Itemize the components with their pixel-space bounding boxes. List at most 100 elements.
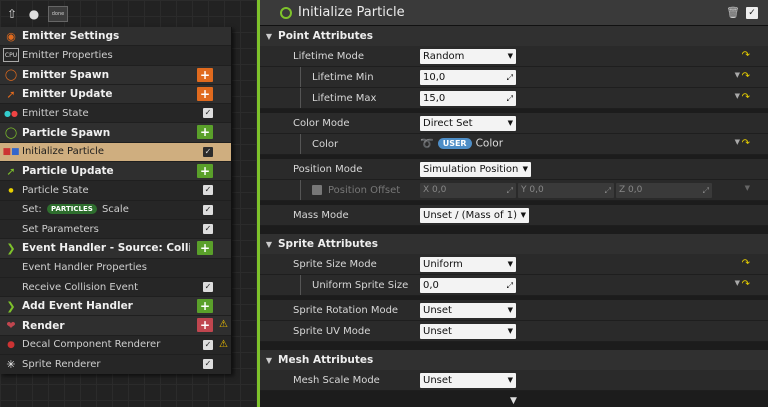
stack-row-particle-state[interactable]: ● Particle State ✓ bbox=[0, 181, 231, 201]
indent-guide bbox=[300, 275, 301, 295]
stack-row-decal-renderer[interactable]: ● Decal Component Renderer ✓ ⚠ bbox=[0, 335, 231, 356]
stack-row-emitter-state[interactable]: ● ● Emitter State ✓ bbox=[0, 104, 231, 124]
stack-row-emitter-settings[interactable]: ◉ Emitter Settings bbox=[0, 27, 231, 47]
chevron-down-icon: ▼ bbox=[507, 119, 513, 127]
prop-label-text: Position Offset bbox=[328, 184, 401, 196]
dropdown-value: Unset bbox=[423, 305, 452, 316]
trash-icon[interactable]: 🗑 bbox=[726, 6, 740, 19]
stack-row-set-parameters[interactable]: Set Parameters ✓ bbox=[0, 219, 231, 240]
chevron-down-icon: ▼ bbox=[507, 327, 513, 335]
stack-row-emitter-spawn[interactable]: ◯ Emitter Spawn + bbox=[0, 65, 231, 85]
module-title: Initialize Particle bbox=[298, 5, 405, 20]
chevron-down-icon[interactable]: ▼ bbox=[735, 92, 740, 100]
section-sprite-attributes[interactable]: ▼ Sprite Attributes bbox=[260, 234, 768, 254]
chevron-down-icon[interactable]: ▼ bbox=[745, 184, 750, 192]
lifetime-max-input[interactable]: 15,0 ⤢ bbox=[420, 91, 516, 106]
position-offset-z[interactable]: Z 0,0 ⤢ bbox=[616, 183, 712, 198]
uniform-sprite-size-input[interactable]: 0,0 ⤢ bbox=[420, 278, 516, 293]
reset-arrow-icon[interactable]: ↷ bbox=[742, 258, 750, 269]
drag-grip-icon[interactable]: ⤢ bbox=[507, 70, 513, 85]
indent-guide bbox=[300, 134, 301, 154]
position-mode-dropdown[interactable]: Simulation Position ▼ bbox=[420, 162, 531, 177]
prop-label: Color bbox=[312, 138, 339, 150]
position-offset-x[interactable]: X 0,0 ⤢ bbox=[420, 183, 516, 198]
position-offset-y[interactable]: Y 0,0 ⤢ bbox=[518, 183, 614, 198]
add-emitter-update-button[interactable]: + bbox=[197, 86, 213, 101]
color-binding[interactable]: ➰ USER Color bbox=[420, 137, 503, 150]
blank-icon bbox=[3, 280, 19, 294]
scroll-down-arrow-icon[interactable]: ▼ bbox=[510, 396, 517, 406]
collapse-triangle-icon[interactable]: ▼ bbox=[260, 32, 278, 41]
stack-row-render[interactable]: ❤ Render + ⚠ bbox=[0, 316, 231, 336]
stack-row-receive-collision-event[interactable]: Receive Collision Event ✓ bbox=[0, 277, 231, 298]
stack-row-label: Emitter Settings bbox=[22, 30, 120, 43]
enable-checkbox[interactable]: ✓ bbox=[203, 146, 213, 157]
enable-checkbox[interactable]: ✓ bbox=[203, 359, 213, 370]
lifetime-min-input[interactable]: 10,0 ⤢ bbox=[420, 70, 516, 85]
mesh-scale-mode-dropdown[interactable]: Unset ▼ bbox=[420, 373, 516, 388]
stack-row-emitter-update[interactable]: ➚ Emitter Update + bbox=[0, 84, 231, 105]
add-event-handler-button[interactable]: + bbox=[197, 299, 213, 314]
section-title: Sprite Attributes bbox=[278, 238, 378, 250]
reset-arrow-icon[interactable]: ↷ bbox=[742, 50, 750, 61]
prop-label: Sprite Rotation Mode bbox=[293, 304, 399, 316]
reset-arrow-icon[interactable]: ↷ bbox=[742, 92, 750, 103]
module-enable-checkbox[interactable]: ✓ bbox=[746, 6, 758, 19]
chevron-down-icon: ▼ bbox=[522, 165, 528, 173]
chevron-down-icon[interactable]: ▼ bbox=[735, 71, 740, 79]
module-grid-icon: ■ ■ bbox=[2, 146, 20, 157]
enable-checkbox[interactable]: ✓ bbox=[203, 281, 213, 292]
arrow-up-icon[interactable]: ⇧ bbox=[4, 6, 20, 22]
chevron-down-icon[interactable]: ▼ bbox=[735, 279, 740, 287]
sprite-size-mode-dropdown[interactable]: Uniform ▼ bbox=[420, 257, 516, 272]
stack-row-add-event-handler[interactable]: ❯ Add Event Handler + bbox=[0, 297, 231, 317]
enable-checkbox[interactable]: ✓ bbox=[203, 223, 213, 234]
enable-checkbox[interactable]: ✓ bbox=[203, 108, 213, 119]
enable-checkbox[interactable]: ✓ bbox=[203, 339, 213, 350]
section-mesh-attributes[interactable]: ▼ Mesh Attributes bbox=[260, 350, 768, 370]
collapse-triangle-icon[interactable]: ▼ bbox=[260, 240, 278, 249]
prop-label: Lifetime Mode bbox=[293, 50, 365, 62]
sphere-icon[interactable]: ● bbox=[26, 6, 42, 22]
add-renderer-button[interactable]: + bbox=[197, 318, 213, 333]
add-event-handler-module-button[interactable]: + bbox=[197, 241, 213, 256]
add-particle-spawn-button[interactable]: + bbox=[197, 125, 213, 140]
stack-row-initialize-particle[interactable]: ■ ■ Initialize Particle ✓ bbox=[0, 142, 231, 163]
add-particle-update-button[interactable]: + bbox=[197, 164, 213, 179]
sprite-rotation-mode-dropdown[interactable]: Unset ▼ bbox=[420, 303, 516, 318]
lifetime-mode-dropdown[interactable]: Random ▼ bbox=[420, 49, 516, 64]
stack-row-set-scale[interactable]: Set: PARTICLES Scale ✓ bbox=[0, 200, 231, 220]
color-mode-dropdown[interactable]: Direct Set ▼ bbox=[420, 116, 516, 131]
reset-arrow-icon[interactable]: ↷ bbox=[742, 279, 750, 290]
reset-arrow-icon[interactable]: ↷ bbox=[742, 138, 750, 149]
wifi-signal-icon: ❯ bbox=[6, 299, 16, 313]
stack-row-label: Event Handler Properties bbox=[22, 262, 147, 274]
add-emitter-spawn-button[interactable]: + bbox=[197, 67, 213, 82]
stack-row-label: Set Parameters bbox=[22, 223, 99, 235]
prop-color: Color ➰ USER Color ▼ ↷ bbox=[260, 134, 768, 155]
enable-checkbox[interactable]: ✓ bbox=[203, 185, 213, 196]
input-value: 15,0 bbox=[423, 93, 446, 104]
stack-row-sprite-renderer[interactable]: ✳ Sprite Renderer ✓ bbox=[0, 355, 231, 375]
stack-row-emitter-properties[interactable]: CPU Emitter Properties bbox=[0, 46, 231, 66]
collapse-triangle-icon[interactable]: ▼ bbox=[260, 356, 278, 365]
sprite-uv-mode-dropdown[interactable]: Unset ▼ bbox=[420, 324, 516, 339]
mass-mode-dropdown[interactable]: Unset / (Mass of 1) ▼ bbox=[420, 208, 529, 223]
drag-grip-icon[interactable]: ⤢ bbox=[507, 278, 513, 293]
stack-row-particle-spawn[interactable]: ◯ Particle Spawn + bbox=[0, 123, 231, 143]
particles-pill: PARTICLES bbox=[46, 204, 97, 215]
stack-row-event-handler-properties[interactable]: Event Handler Properties bbox=[0, 258, 231, 278]
section-point-attributes[interactable]: ▼ Point Attributes bbox=[260, 26, 768, 46]
stack-row-event-handler[interactable]: ❯ Event Handler - Source: CollisionEvent… bbox=[0, 239, 231, 259]
drag-grip-icon: ⤢ bbox=[702, 186, 709, 195]
drag-grip-icon[interactable]: ⤢ bbox=[507, 91, 513, 106]
enable-checkbox[interactable]: ✓ bbox=[203, 204, 213, 215]
chevron-down-icon[interactable]: ▼ bbox=[735, 138, 740, 146]
reset-arrow-icon[interactable]: ↷ bbox=[742, 71, 750, 82]
thumbnail-icon[interactable]: done bbox=[48, 6, 68, 22]
stack-row-particle-update[interactable]: ➚ Particle Update + bbox=[0, 162, 231, 182]
edit-condition-checkbox[interactable] bbox=[312, 184, 322, 195]
indent-guide bbox=[300, 67, 301, 87]
drag-grip-icon: ⤢ bbox=[506, 186, 513, 195]
indent-guide bbox=[300, 88, 301, 108]
